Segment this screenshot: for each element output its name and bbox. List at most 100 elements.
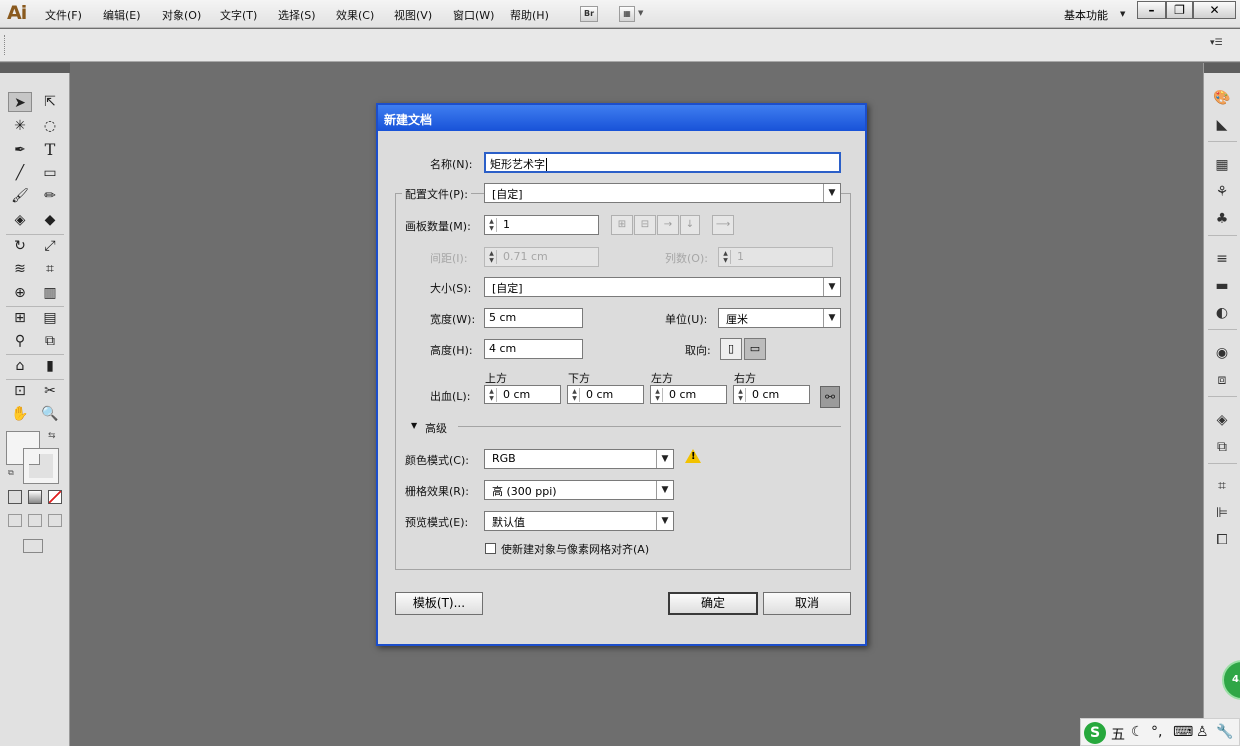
graphic-styles-panel-icon[interactable]: ⧈ bbox=[1212, 370, 1232, 390]
width-input[interactable]: 5 cm bbox=[484, 308, 583, 328]
bleed-top-input[interactable]: ▲ ▼ 0 cm bbox=[484, 385, 561, 404]
eraser-tool-icon[interactable]: ◆ bbox=[38, 210, 62, 230]
direct-selection-tool-icon[interactable]: ⇱ bbox=[38, 92, 62, 112]
transparency-panel-icon[interactable]: ◐ bbox=[1212, 303, 1232, 323]
link-bleed-icon[interactable]: ⚯ bbox=[820, 386, 840, 408]
blob-brush-tool-icon[interactable]: ◈ bbox=[8, 210, 32, 230]
punctuation-icon[interactable]: °, bbox=[1151, 724, 1162, 740]
pencil-tool-icon[interactable]: ✏ bbox=[38, 186, 62, 206]
arrange-by-column-icon[interactable]: ↓ bbox=[680, 215, 700, 235]
size-select[interactable]: [自定] ▼ bbox=[484, 277, 841, 297]
chevron-down-icon[interactable]: ▼ bbox=[1120, 10, 1125, 18]
landscape-orientation-icon[interactable]: ▭ bbox=[744, 338, 766, 360]
bleed-right-input[interactable]: ▲ ▼ 0 cm bbox=[733, 385, 810, 404]
color-mode-select[interactable]: RGB ▼ bbox=[484, 449, 674, 469]
swatches-panel-icon[interactable]: ▦ bbox=[1212, 155, 1232, 175]
grid-by-row-icon[interactable]: ⊞ bbox=[611, 215, 633, 235]
paintbrush-tool-icon[interactable]: 🖌 bbox=[8, 186, 32, 206]
units-select[interactable]: 厘米 ▼ bbox=[718, 308, 841, 328]
free-transform-tool-icon[interactable]: ⌗ bbox=[38, 259, 62, 279]
chevron-down-icon[interactable]: ▼ bbox=[638, 9, 643, 17]
gradient-mode-icon[interactable] bbox=[28, 490, 42, 504]
magic-wand-tool-icon[interactable]: ✳ bbox=[8, 116, 32, 136]
artboards-panel-icon[interactable]: ⧉ bbox=[1212, 437, 1232, 457]
menu-edit[interactable]: 编辑(E) bbox=[103, 7, 141, 23]
draw-behind-icon[interactable] bbox=[28, 514, 42, 527]
mesh-tool-icon[interactable]: ⊞ bbox=[8, 308, 32, 328]
user-icon[interactable]: ♙ bbox=[1196, 724, 1209, 740]
pathfinder-panel-icon[interactable]: ⧠ bbox=[1212, 530, 1232, 550]
symbol-sprayer-tool-icon[interactable]: ⌂ bbox=[8, 356, 32, 376]
raster-effects-select[interactable]: 高 (300 ppi) ▼ bbox=[484, 480, 674, 500]
menu-file[interactable]: 文件(F) bbox=[45, 7, 82, 23]
swap-colors-icon[interactable]: ⇆ bbox=[48, 431, 56, 441]
spinner-icon[interactable]: ▲ ▼ bbox=[487, 218, 497, 232]
right-to-left-layout-icon[interactable]: ⟶ bbox=[712, 215, 734, 235]
artboard-tool-icon[interactable]: ⊡ bbox=[8, 381, 32, 401]
column-graph-tool-icon[interactable]: ▮ bbox=[38, 356, 62, 376]
grip-handle-icon[interactable] bbox=[4, 35, 7, 55]
perspective-grid-tool-icon[interactable]: ▥ bbox=[38, 283, 62, 303]
spinner-icon[interactable]: ▲ ▼ bbox=[487, 388, 497, 402]
warning-icon[interactable]: ! bbox=[685, 449, 701, 463]
align-pixel-grid-label[interactable]: 使新建对象与像素网格对齐(A) bbox=[501, 541, 649, 557]
color-mode-icon[interactable] bbox=[8, 490, 22, 504]
menu-view[interactable]: 视图(V) bbox=[394, 7, 432, 23]
color-panel-icon[interactable]: 🎨 bbox=[1212, 88, 1232, 108]
dialog-title[interactable]: 新建文档 bbox=[378, 105, 865, 131]
preview-mode-select[interactable]: 默认值 ▼ bbox=[484, 511, 674, 531]
brushes-panel-icon[interactable]: ⚘ bbox=[1212, 182, 1232, 202]
tools-panel-header[interactable] bbox=[0, 63, 70, 73]
none-mode-icon[interactable] bbox=[48, 490, 62, 504]
bleed-left-input[interactable]: ▲ ▼ 0 cm bbox=[650, 385, 727, 404]
transform-panel-icon[interactable]: ⌗ bbox=[1212, 476, 1232, 496]
selection-tool-icon[interactable]: ➤ bbox=[8, 92, 32, 112]
ime-mode[interactable]: 五 bbox=[1111, 724, 1125, 744]
wrench-icon[interactable]: 🔧 bbox=[1216, 724, 1233, 740]
default-colors-icon[interactable]: ⧉ bbox=[8, 468, 14, 478]
draw-normal-icon[interactable] bbox=[8, 514, 22, 527]
rectangle-tool-icon[interactable]: ▭ bbox=[38, 163, 62, 183]
panel-menu-icon[interactable]: ▾☰ bbox=[1210, 38, 1223, 48]
stroke-color-swatch[interactable] bbox=[23, 448, 59, 484]
menu-select[interactable]: 选择(S) bbox=[278, 7, 316, 23]
menu-type[interactable]: 文字(T) bbox=[220, 7, 257, 23]
ime-logo-icon[interactable]: S bbox=[1084, 722, 1106, 744]
keyboard-icon[interactable]: ⌨ bbox=[1173, 724, 1193, 740]
type-tool-icon[interactable]: T bbox=[38, 140, 62, 160]
warp-tool-icon[interactable]: ≋ bbox=[8, 259, 32, 279]
layers-panel-icon[interactable]: ◈ bbox=[1212, 410, 1232, 430]
symbols-panel-icon[interactable]: ♣ bbox=[1212, 209, 1232, 229]
rotate-tool-icon[interactable]: ↻ bbox=[8, 236, 32, 256]
portrait-orientation-icon[interactable]: ▯ bbox=[720, 338, 742, 360]
zoom-tool-icon[interactable]: 🔍 bbox=[38, 404, 62, 424]
lasso-tool-icon[interactable]: ◌ bbox=[38, 116, 62, 136]
align-panel-icon[interactable]: ⊫ bbox=[1212, 503, 1232, 523]
shape-builder-tool-icon[interactable]: ⊕ bbox=[8, 283, 32, 303]
slice-tool-icon[interactable]: ✂ bbox=[38, 381, 62, 401]
color-guide-panel-icon[interactable]: ◣ bbox=[1212, 115, 1232, 135]
advanced-section-label[interactable]: 高级 bbox=[425, 420, 447, 436]
menu-window[interactable]: 窗口(W) bbox=[453, 7, 494, 23]
arrange-documents-icon[interactable]: ▦ bbox=[619, 6, 635, 22]
screen-mode-icon[interactable] bbox=[23, 539, 43, 553]
ok-button[interactable]: 确定 bbox=[668, 592, 758, 615]
cancel-button[interactable]: 取消 bbox=[763, 592, 851, 615]
templates-button[interactable]: 模板(T)... bbox=[395, 592, 483, 615]
blend-tool-icon[interactable]: ⧉ bbox=[38, 331, 62, 351]
close-button[interactable]: ✕ bbox=[1193, 1, 1236, 19]
minimize-button[interactable]: – bbox=[1137, 1, 1166, 19]
moon-icon[interactable]: ☾ bbox=[1131, 724, 1144, 740]
workspace-switcher[interactable]: 基本功能 bbox=[1064, 7, 1108, 23]
spinner-icon[interactable]: ▲ ▼ bbox=[653, 388, 663, 402]
bleed-bottom-input[interactable]: ▲ ▼ 0 cm bbox=[567, 385, 644, 404]
restore-button[interactable]: ❐ bbox=[1166, 1, 1193, 19]
stroke-panel-icon[interactable]: ≡ bbox=[1212, 249, 1232, 269]
appearance-panel-icon[interactable]: ◉ bbox=[1212, 343, 1232, 363]
eyedropper-tool-icon[interactable]: ⚲ bbox=[8, 331, 32, 351]
menu-effect[interactable]: 效果(C) bbox=[336, 7, 374, 23]
hand-tool-icon[interactable]: ✋ bbox=[8, 404, 32, 424]
align-pixel-grid-checkbox[interactable] bbox=[485, 543, 496, 554]
height-input[interactable]: 4 cm bbox=[484, 339, 583, 359]
draw-inside-icon[interactable] bbox=[48, 514, 62, 527]
